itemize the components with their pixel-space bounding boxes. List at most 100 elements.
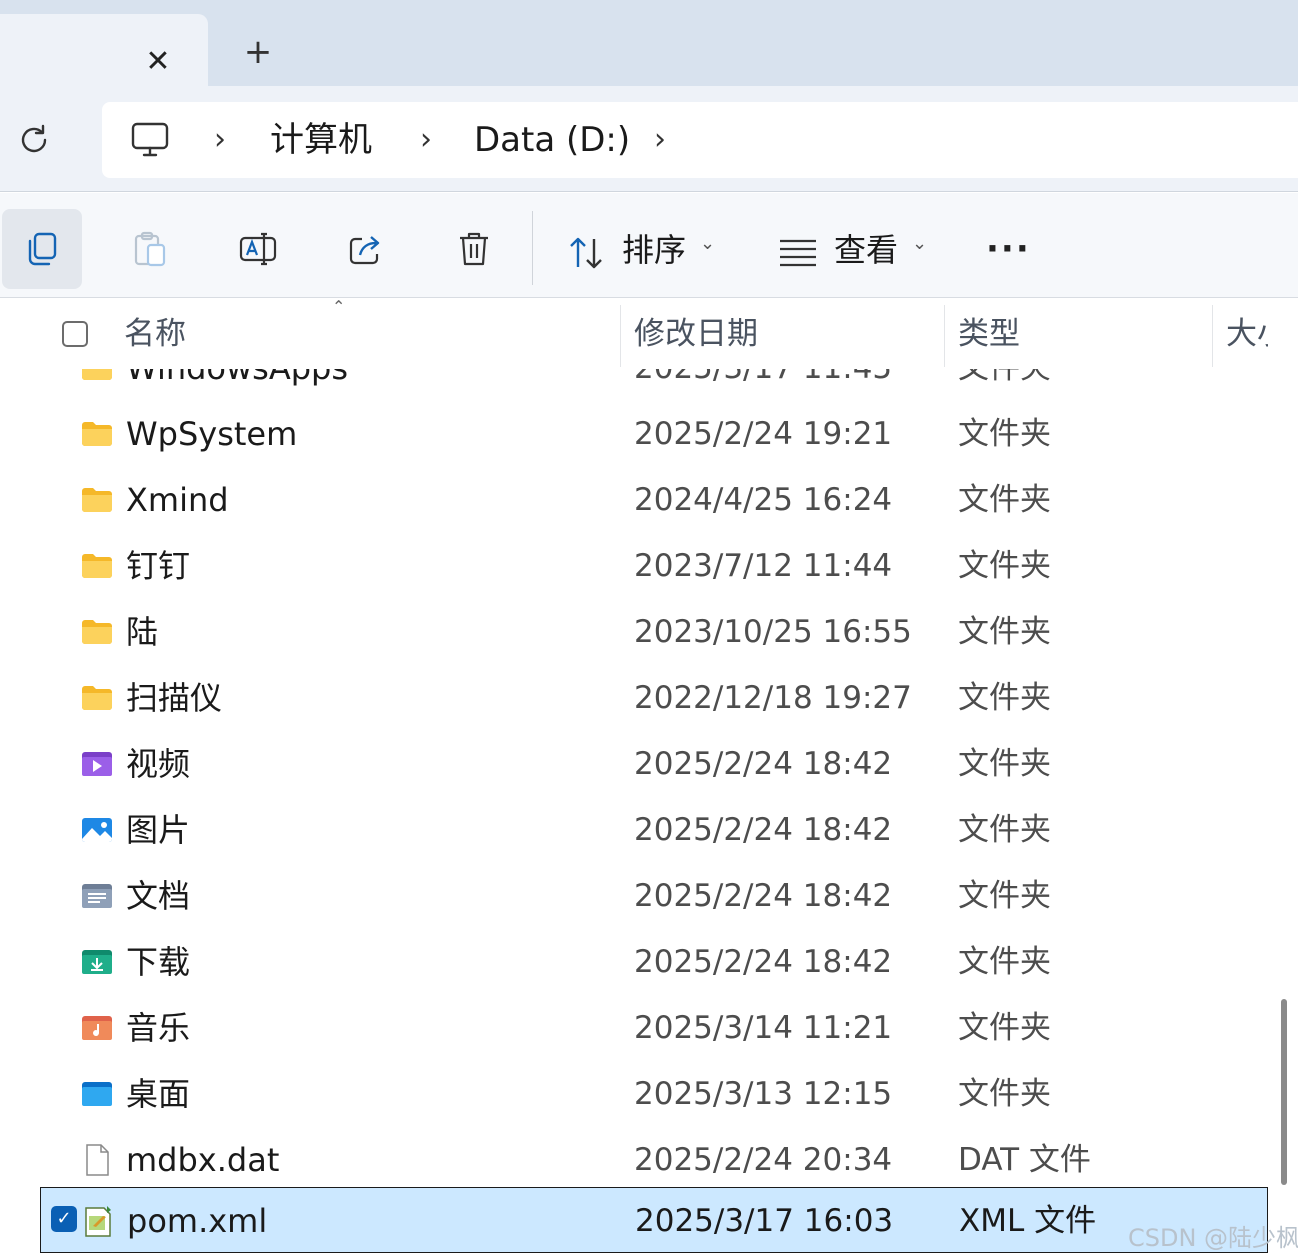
file-name: Xmind xyxy=(126,481,229,519)
file-type: XML 文件 xyxy=(959,1203,1097,1239)
videos-icon xyxy=(80,747,114,781)
paste-icon xyxy=(134,231,166,267)
file-row[interactable]: 钉钉 2023/7/12 11:44 文件夹 xyxy=(40,533,1268,599)
folder-icon xyxy=(80,549,114,583)
column-size[interactable]: 大小 xyxy=(1226,311,1268,357)
file-type: DAT 文件 xyxy=(958,1142,1091,1178)
file-name: mdbx.dat xyxy=(126,1141,280,1179)
file-name: 钉钉 xyxy=(126,547,191,585)
chevron-down-icon[interactable]: ⌄ xyxy=(700,233,715,254)
address-bar-row: › 计算机 › Data (D:) › xyxy=(0,86,1298,192)
file-name: 扫描仪 xyxy=(126,679,223,717)
file-row[interactable]: 视频 2025/2/24 18:42 文件夹 xyxy=(40,731,1268,797)
file-row[interactable]: WpSystem 2025/2/24 19:21 文件夹 xyxy=(40,401,1268,467)
file-row[interactable]: mdbx.dat 2025/2/24 20:34 DAT 文件 xyxy=(40,1127,1268,1193)
file-row[interactable]: 扫描仪 2022/12/18 19:27 文件夹 xyxy=(40,665,1268,731)
pictures-icon xyxy=(80,813,114,847)
view-icon[interactable] xyxy=(778,235,818,269)
folder-icon xyxy=(80,681,114,715)
file-name: 下载 xyxy=(126,943,191,981)
breadcrumb[interactable]: › 计算机 › Data (D:) › xyxy=(102,102,1298,178)
downloads-icon xyxy=(80,945,114,979)
active-tab[interactable]: ✕ xyxy=(0,14,208,86)
column-name[interactable]: 名称 xyxy=(124,311,186,357)
column-type[interactable]: 类型 xyxy=(958,311,1020,357)
watermark: CSDN @陆少枫 xyxy=(1128,1224,1298,1252)
delete-button[interactable] xyxy=(434,209,514,289)
rename-icon xyxy=(239,232,277,266)
file-name: 桌面 xyxy=(126,1075,191,1113)
file-name: pom.xml xyxy=(127,1202,268,1240)
view-button[interactable]: 查看 xyxy=(834,225,898,275)
share-icon xyxy=(349,236,380,265)
file-date: 2024/4/25 16:24 xyxy=(634,482,893,518)
column-separator[interactable] xyxy=(620,305,621,367)
column-header: ⌃ 名称 修改日期 类型 大小 xyxy=(0,299,1268,369)
file-row[interactable]: Xmind 2024/4/25 16:24 文件夹 xyxy=(40,467,1268,533)
file-row[interactable]: ✓ pom.xml 2025/3/17 16:03 XML 文件 xyxy=(40,1187,1268,1253)
file-name: 陆 xyxy=(126,613,159,651)
file-date: 2025/2/24 18:42 xyxy=(634,746,893,782)
file-type: 文件夹 xyxy=(958,812,1051,848)
file-date: 2025/3/17 16:03 xyxy=(635,1203,894,1239)
file-date: 2025/2/24 19:21 xyxy=(634,416,893,452)
xml-icon xyxy=(81,1204,115,1238)
column-separator[interactable] xyxy=(1212,305,1213,367)
file-type: 文件夹 xyxy=(958,878,1051,914)
sort-button[interactable]: 排序 xyxy=(622,225,686,275)
copy-icon xyxy=(28,232,57,266)
file-type: 文件夹 xyxy=(958,944,1051,980)
file-row[interactable]: 陆 2023/10/25 16:55 文件夹 xyxy=(40,599,1268,665)
file-row[interactable]: 音乐 2025/3/14 11:21 文件夹 xyxy=(40,995,1268,1061)
file-date: 2025/2/24 18:42 xyxy=(634,878,893,914)
folder-icon xyxy=(80,483,114,517)
file-date: 2023/10/25 16:55 xyxy=(634,614,912,650)
desktop-icon xyxy=(80,1077,114,1111)
file-date: 2025/2/24 18:42 xyxy=(634,944,893,980)
file-type: 文件夹 xyxy=(958,416,1051,452)
file-list: ⌃ 名称 修改日期 类型 大小 WindowsApps2025/3/17 11:… xyxy=(0,299,1298,1257)
chevron-right-icon[interactable]: › xyxy=(208,120,232,160)
refresh-icon[interactable] xyxy=(14,120,54,160)
chevron-right-icon[interactable]: › xyxy=(648,120,672,160)
delete-icon xyxy=(460,232,488,266)
file-date: 2025/3/14 11:21 xyxy=(634,1010,893,1046)
breadcrumb-item-computer[interactable]: 计算机 xyxy=(270,118,372,162)
new-tab-icon[interactable]: + xyxy=(238,32,278,72)
music-icon xyxy=(80,1011,114,1045)
file-row[interactable]: 桌面 2025/3/13 12:15 文件夹 xyxy=(40,1061,1268,1127)
paste-button[interactable] xyxy=(110,209,190,289)
column-date[interactable]: 修改日期 xyxy=(634,311,758,357)
file-row[interactable]: 下载 2025/2/24 18:42 文件夹 xyxy=(40,929,1268,995)
column-separator[interactable] xyxy=(944,305,945,367)
tab-close-icon[interactable]: ✕ xyxy=(140,44,176,80)
file-type: 文件夹 xyxy=(958,614,1051,650)
file-type: 文件夹 xyxy=(958,680,1051,716)
file-type: 文件夹 xyxy=(958,746,1051,782)
rename-button[interactable] xyxy=(218,209,298,289)
vertical-scrollbar[interactable] xyxy=(1281,999,1287,1185)
computer-icon[interactable] xyxy=(130,122,170,158)
select-all-checkbox[interactable] xyxy=(62,321,88,347)
breadcrumb-item-drive[interactable]: Data (D:) xyxy=(474,118,630,162)
file-date: 2025/2/24 20:34 xyxy=(634,1142,893,1178)
file-row[interactable]: 文档 2025/2/24 18:42 文件夹 xyxy=(40,863,1268,929)
file-type: 文件夹 xyxy=(958,1010,1051,1046)
file-date: 2025/2/24 18:42 xyxy=(634,812,893,848)
sort-icon[interactable] xyxy=(566,233,606,273)
more-options-button[interactable]: ··· xyxy=(986,229,1031,269)
file-row[interactable]: 图片 2025/2/24 18:42 文件夹 xyxy=(40,797,1268,863)
chevron-right-icon[interactable]: › xyxy=(414,120,438,160)
file-date: 2022/12/18 19:27 xyxy=(634,680,912,716)
file-icon xyxy=(80,1143,114,1177)
chevron-down-icon[interactable]: ⌄ xyxy=(912,233,927,254)
folder-icon xyxy=(80,417,114,451)
row-checkbox[interactable]: ✓ xyxy=(51,1206,77,1232)
share-button[interactable] xyxy=(326,209,406,289)
file-date: 2023/7/12 11:44 xyxy=(634,548,893,584)
file-type: 文件夹 xyxy=(958,482,1051,518)
folder-icon xyxy=(80,615,114,649)
file-name: 音乐 xyxy=(126,1009,191,1047)
file-name: 文档 xyxy=(126,877,191,915)
copy-button[interactable] xyxy=(2,209,82,289)
